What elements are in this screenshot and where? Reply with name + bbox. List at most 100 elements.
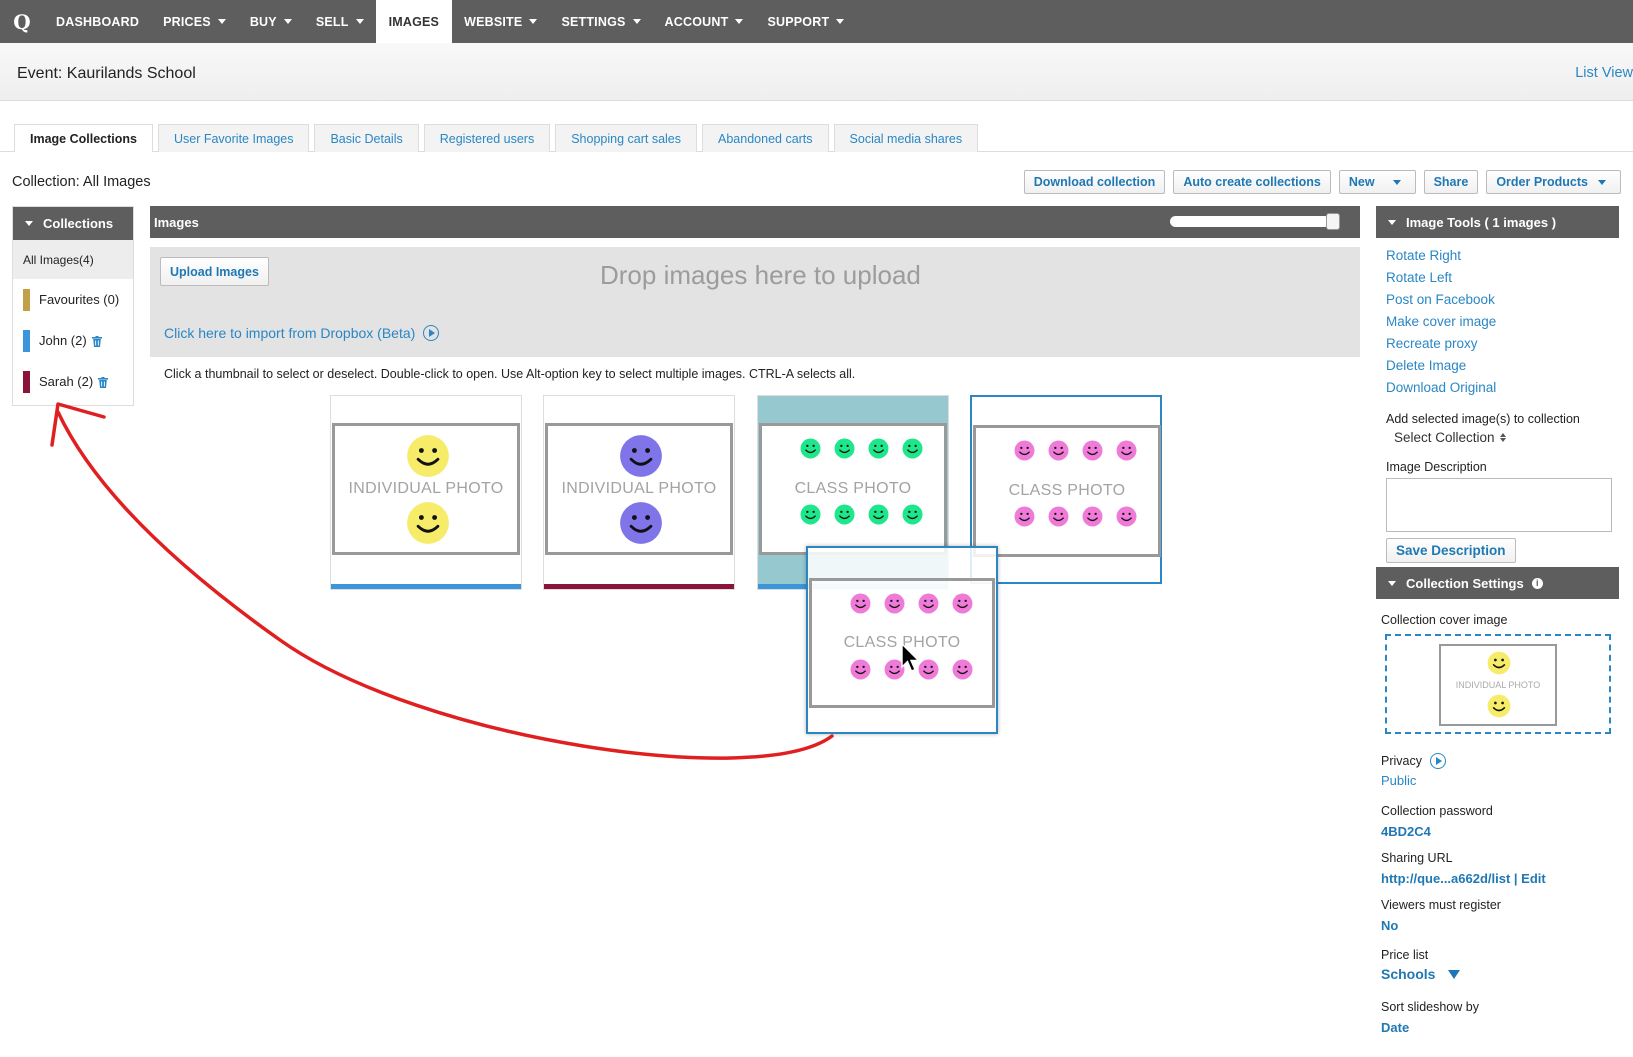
image-thumbnail[interactable]: CLASS PHOTO bbox=[970, 395, 1162, 584]
thumbnail-size-slider[interactable] bbox=[1170, 216, 1330, 227]
collection-item[interactable]: Favourites (0) bbox=[13, 279, 133, 320]
photo-label: INDIVIDUAL PHOTO bbox=[348, 480, 504, 497]
collection-settings-header-label: Collection Settings bbox=[1406, 575, 1524, 591]
chevron-down-icon bbox=[529, 19, 538, 24]
slider-handle[interactable] bbox=[1326, 213, 1340, 230]
collection-item[interactable]: Sarah (2) bbox=[13, 361, 133, 402]
smiley-icon bbox=[952, 659, 973, 680]
tool-link-make-cover-image[interactable]: Make cover image bbox=[1386, 314, 1619, 336]
smiley-icon bbox=[884, 593, 905, 614]
logo[interactable]: Q bbox=[0, 0, 44, 43]
collapse-triangle-icon bbox=[25, 221, 33, 226]
trash-icon[interactable] bbox=[91, 335, 102, 347]
collection-all-images[interactable]: All Images(4) bbox=[13, 240, 133, 279]
chevron-down-icon bbox=[836, 19, 845, 24]
sort-slideshow-label: Sort slideshow by bbox=[1381, 1000, 1479, 1014]
nav-item-support[interactable]: SUPPORT bbox=[755, 0, 856, 43]
tab-social-media-shares[interactable]: Social media shares bbox=[833, 124, 979, 152]
dragged-thumbnail-ghost[interactable]: CLASS PHOTO bbox=[806, 546, 998, 734]
register-value[interactable]: No bbox=[1381, 918, 1619, 933]
collection-item[interactable]: John (2) bbox=[13, 320, 133, 361]
smiley-icon bbox=[1082, 506, 1103, 527]
tool-link-rotate-right[interactable]: Rotate Right bbox=[1386, 248, 1619, 270]
smiley-icon bbox=[868, 438, 889, 459]
nav-item-label: ACCOUNT bbox=[664, 14, 729, 29]
smiley-icon bbox=[850, 593, 871, 614]
tab-basic-details[interactable]: Basic Details bbox=[314, 124, 419, 152]
collections-header[interactable]: Collections bbox=[13, 207, 133, 240]
sharing-url-edit-link[interactable]: Edit bbox=[1521, 871, 1546, 886]
chevron-down-icon bbox=[632, 19, 641, 24]
cover-photo-label: INDIVIDUAL PHOTO bbox=[1455, 680, 1541, 690]
select-arrows-icon bbox=[1499, 433, 1506, 442]
select-collection-dropdown[interactable]: Select Collection bbox=[1394, 430, 1619, 445]
tool-link-post-on-facebook[interactable]: Post on Facebook bbox=[1386, 292, 1619, 314]
collection-actions: Download collection Auto create collecti… bbox=[1023, 170, 1621, 194]
nav-item-label: SELL bbox=[315, 14, 349, 29]
smiley-icon bbox=[1048, 506, 1069, 527]
info-icon[interactable]: i bbox=[1531, 577, 1543, 589]
play-circle-icon[interactable] bbox=[1429, 753, 1446, 769]
collection-item-label: Sarah (2) bbox=[39, 374, 94, 389]
share-button[interactable]: Share bbox=[1423, 170, 1479, 194]
tab-abandoned-carts[interactable]: Abandoned carts bbox=[702, 124, 829, 152]
nav-item-account[interactable]: ACCOUNT bbox=[653, 0, 756, 43]
new-button[interactable]: New bbox=[1338, 170, 1416, 194]
smiley-icon bbox=[952, 593, 973, 614]
nav-item-images[interactable]: IMAGES bbox=[375, 0, 453, 43]
auto-create-collections-button[interactable]: Auto create collections bbox=[1173, 170, 1331, 194]
dropbox-import-label: Click here to import from Dropbox (Beta) bbox=[164, 325, 416, 341]
tool-link-delete-image[interactable]: Delete Image bbox=[1386, 358, 1619, 380]
download-collection-button[interactable]: Download collection bbox=[1023, 170, 1166, 194]
nav-item-dashboard[interactable]: DASHBOARD bbox=[44, 0, 151, 43]
nav-item-prices[interactable]: PRICES bbox=[151, 0, 238, 43]
collection-settings-header[interactable]: Collection Settings i bbox=[1376, 567, 1619, 599]
collection-color-bar bbox=[544, 584, 734, 589]
nav-item-sell[interactable]: SELL bbox=[304, 0, 376, 43]
smiley-icon bbox=[1487, 651, 1511, 675]
list-view-link[interactable]: List View bbox=[1575, 65, 1633, 81]
nav-item-settings[interactable]: SETTINGS bbox=[549, 0, 652, 43]
password-value[interactable]: 4BD2C4 bbox=[1381, 824, 1619, 839]
nav-item-buy[interactable]: BUY bbox=[238, 0, 304, 43]
nav-item-label: SUPPORT bbox=[767, 14, 830, 29]
smiley-icon bbox=[850, 659, 871, 680]
cover-image-dropzone[interactable]: INDIVIDUAL PHOTO bbox=[1385, 634, 1611, 734]
nav-item-website[interactable]: WEBSITE bbox=[452, 0, 549, 43]
tab-shopping-cart-sales[interactable]: Shopping cart sales bbox=[555, 124, 698, 152]
cover-image-thumbnail: INDIVIDUAL PHOTO bbox=[1439, 644, 1557, 726]
sharing-url-link[interactable]: http://que...a662d/list bbox=[1381, 871, 1510, 886]
collections-panel: Collections All Images(4) Favourites (0)… bbox=[12, 206, 134, 406]
chevron-down-icon bbox=[283, 19, 292, 24]
image-thumbnail[interactable]: INDIVIDUAL PHOTO bbox=[330, 395, 522, 590]
price-list-dropdown[interactable]: Schools bbox=[1381, 966, 1619, 982]
tab-image-collections[interactable]: Image Collections bbox=[14, 124, 153, 152]
selection-hint: Click a thumbnail to select or deselect.… bbox=[164, 367, 856, 381]
nav-item-label: WEBSITE bbox=[464, 14, 523, 29]
order-products-button[interactable]: Order Products bbox=[1486, 170, 1621, 194]
dropbox-import-link[interactable]: Click here to import from Dropbox (Beta) bbox=[164, 325, 440, 341]
upload-images-button[interactable]: Upload Images bbox=[160, 257, 269, 286]
photo-label: CLASS PHOTO bbox=[794, 480, 912, 497]
images-header-label: Images bbox=[154, 214, 199, 230]
event-title: Event: Kaurilands School bbox=[17, 65, 196, 82]
collapse-triangle-icon bbox=[1388, 580, 1396, 586]
top-nav: Q DASHBOARD PRICES BUY SELL IMAGES WEBSITE SET… bbox=[0, 0, 1633, 43]
image-description-input[interactable] bbox=[1386, 478, 1612, 532]
tool-link-rotate-left[interactable]: Rotate Left bbox=[1386, 270, 1619, 292]
smiley-icon bbox=[800, 504, 821, 525]
sort-slideshow-value[interactable]: Date bbox=[1381, 1020, 1619, 1035]
tool-link-download-original[interactable]: Download Original bbox=[1386, 380, 1619, 402]
collection-item-label: Favourites (0) bbox=[39, 292, 120, 307]
trash-icon[interactable] bbox=[98, 376, 109, 388]
tab-user-favorite-images[interactable]: User Favorite Images bbox=[157, 124, 310, 152]
tool-link-recreate-proxy[interactable]: Recreate proxy bbox=[1386, 336, 1619, 358]
save-description-button[interactable]: Save Description bbox=[1386, 538, 1516, 563]
tab-registered-users[interactable]: Registered users bbox=[423, 124, 551, 152]
image-thumbnail[interactable]: INDIVIDUAL PHOTO bbox=[543, 395, 735, 590]
photo-frame: INDIVIDUAL PHOTO bbox=[332, 423, 520, 555]
privacy-value[interactable]: Public bbox=[1381, 773, 1619, 788]
photo-frame: CLASS PHOTO bbox=[759, 423, 947, 555]
tab-label: Registered users bbox=[439, 131, 535, 146]
image-tools-header[interactable]: Image Tools ( 1 images ) bbox=[1376, 206, 1619, 238]
